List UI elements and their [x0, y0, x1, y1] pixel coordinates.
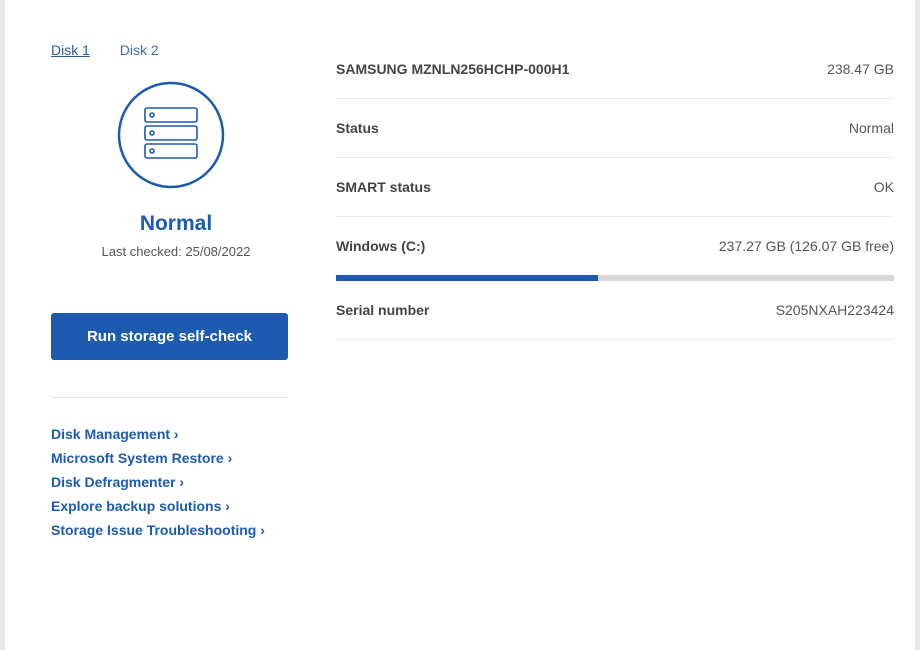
divider — [51, 397, 288, 398]
serial-row: Serial number S205NXAH223424 — [336, 281, 894, 340]
disk-details: SAMSUNG MZNLN256HCHP-000H1 238.47 GB Sta… — [336, 40, 894, 340]
disk-tabs: Disk 1 Disk 2 — [51, 42, 185, 58]
link-system-restore[interactable]: Microsoft System Restore › — [51, 448, 265, 472]
smart-label: SMART status — [336, 179, 431, 195]
smart-value: OK — [874, 179, 894, 195]
smart-row: SMART status OK — [336, 158, 894, 217]
link-backup-solutions[interactable]: Explore backup solutions › — [51, 496, 265, 520]
volume-usage-bar — [336, 275, 894, 281]
related-links: Disk Management › Microsoft System Resto… — [51, 424, 265, 544]
last-checked-date: Last checked: 25/08/2022 — [51, 244, 301, 259]
volume-row: Windows (C:) 237.27 GB (126.07 GB free) — [336, 217, 894, 275]
tab-disk-2[interactable]: Disk 2 — [120, 42, 159, 58]
storage-panel: Disk 1 Disk 2 Normal Last checked: 25/08… — [5, 0, 915, 650]
volume-label: Windows (C:) — [336, 238, 425, 254]
serial-value: S205NXAH223424 — [776, 302, 894, 318]
model-label: SAMSUNG MZNLN256HCHP-000H1 — [336, 61, 569, 77]
serial-label: Serial number — [336, 302, 429, 318]
model-row: SAMSUNG MZNLN256HCHP-000H1 238.47 GB — [336, 40, 894, 99]
status-row: Status Normal — [336, 99, 894, 158]
link-disk-management[interactable]: Disk Management › — [51, 424, 265, 448]
run-self-check-button[interactable]: Run storage self-check — [51, 313, 288, 360]
link-storage-troubleshooting[interactable]: Storage Issue Troubleshooting › — [51, 520, 265, 544]
disk-health-status: Normal — [51, 212, 301, 236]
volume-value: 237.27 GB (126.07 GB free) — [719, 238, 894, 254]
volume-usage-fill — [336, 275, 598, 281]
link-disk-defragmenter[interactable]: Disk Defragmenter › — [51, 472, 265, 496]
model-capacity: 238.47 GB — [827, 61, 894, 77]
status-value: Normal — [849, 120, 894, 136]
status-label: Status — [336, 120, 379, 136]
disk-storage-icon — [116, 80, 226, 190]
tab-disk-1[interactable]: Disk 1 — [51, 42, 90, 58]
